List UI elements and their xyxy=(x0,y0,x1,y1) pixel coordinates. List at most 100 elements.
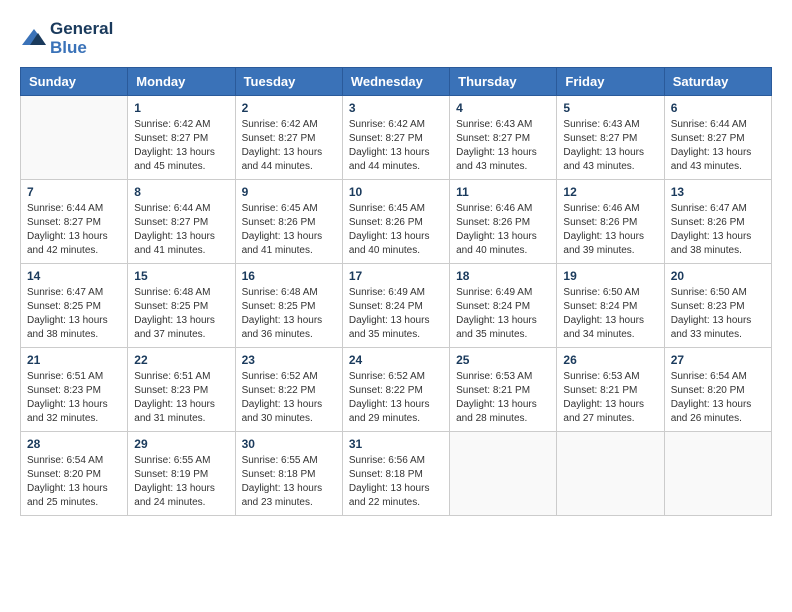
calendar-cell: 12 Sunrise: 6:46 AMSunset: 8:26 PMDayligh… xyxy=(557,180,664,264)
day-number: 7 xyxy=(27,185,121,199)
day-number: 17 xyxy=(349,269,443,283)
day-number: 14 xyxy=(27,269,121,283)
calendar-cell: 9 Sunrise: 6:45 AMSunset: 8:26 PMDaylight… xyxy=(235,180,342,264)
calendar-table: SundayMondayTuesdayWednesdayThursdayFrid… xyxy=(20,67,772,516)
day-number: 5 xyxy=(563,101,657,115)
calendar-cell xyxy=(21,96,128,180)
weekday-header-sunday: Sunday xyxy=(21,68,128,96)
calendar-cell: 19Sunrise: 6:50 AMSunset: 8:24 PMDayligh… xyxy=(557,264,664,348)
calendar-cell: 26 Sunrise: 6:53 AMSunset: 8:21 PMDayligh… xyxy=(557,348,664,432)
day-number: 9 xyxy=(242,185,336,199)
calendar-cell: 4Sunrise: 6:43 AMSunset: 8:27 PMDaylight… xyxy=(450,96,557,180)
calendar-cell: 18 Sunrise: 6:49 AMSunset: 8:24 PMDayligh… xyxy=(450,264,557,348)
day-info: Sunrise: 6:52 AMSunset: 8:22 PMDaylight:… xyxy=(349,370,443,426)
weekday-header-saturday: Saturday xyxy=(664,68,771,96)
day-number: 10 xyxy=(349,185,443,199)
day-info: Sunrise: 6:55 AMSunset: 8:18 PMDaylight:… xyxy=(242,454,336,510)
day-number: 8 xyxy=(134,185,228,199)
page-header: General Blue xyxy=(20,20,772,57)
day-info: Sunrise: 6:42 AMSunset: 8:27 PMDaylight:… xyxy=(349,118,443,174)
calendar-cell: 24 Sunrise: 6:52 AMSunset: 8:22 PMDayligh… xyxy=(342,348,449,432)
calendar-cell: 5Sunrise: 6:43 AMSunset: 8:27 PMDaylight… xyxy=(557,96,664,180)
calendar-cell: 22Sunrise: 6:51 AMSunset: 8:23 PMDayligh… xyxy=(128,348,235,432)
day-info: Sunrise: 6:51 AMSunset: 8:23 PMDaylight:… xyxy=(27,370,121,426)
calendar-cell xyxy=(664,432,771,516)
day-number: 20 xyxy=(671,269,765,283)
logo-text-line1: General xyxy=(50,20,113,39)
weekday-header-thursday: Thursday xyxy=(450,68,557,96)
weekday-header-wednesday: Wednesday xyxy=(342,68,449,96)
day-number: 16 xyxy=(242,269,336,283)
weekday-header-tuesday: Tuesday xyxy=(235,68,342,96)
day-info: Sunrise: 6:42 AMSunset: 8:27 PMDaylight:… xyxy=(242,118,336,174)
day-number: 15 xyxy=(134,269,228,283)
day-info: Sunrise: 6:52 AMSunset: 8:22 PMDaylight:… xyxy=(242,370,336,426)
weekday-header-friday: Friday xyxy=(557,68,664,96)
calendar-cell: 31 Sunrise: 6:56 AMSunset: 8:18 PMDayligh… xyxy=(342,432,449,516)
calendar-week-row: 14Sunrise: 6:47 AMSunset: 8:25 PMDayligh… xyxy=(21,264,772,348)
day-info: Sunrise: 6:46 AMSunset: 8:26 PMDaylight:… xyxy=(563,202,657,258)
day-info: Sunrise: 6:53 AMSunset: 8:21 PMDaylight:… xyxy=(563,370,657,426)
day-info: Sunrise: 6:44 AMSunset: 8:27 PMDaylight:… xyxy=(27,202,121,258)
day-info: Sunrise: 6:42 AMSunset: 8:27 PMDaylight:… xyxy=(134,118,228,174)
day-info: Sunrise: 6:51 AMSunset: 8:23 PMDaylight:… xyxy=(134,370,228,426)
day-info: Sunrise: 6:44 AMSunset: 8:27 PMDaylight:… xyxy=(671,118,765,174)
calendar-cell: 6 Sunrise: 6:44 AMSunset: 8:27 PMDaylight… xyxy=(664,96,771,180)
calendar-cell: 11Sunrise: 6:46 AMSunset: 8:26 PMDayligh… xyxy=(450,180,557,264)
calendar-cell: 16 Sunrise: 6:48 AMSunset: 8:25 PMDayligh… xyxy=(235,264,342,348)
calendar-cell: 3 Sunrise: 6:42 AMSunset: 8:27 PMDaylight… xyxy=(342,96,449,180)
day-number: 27 xyxy=(671,353,765,367)
day-info: Sunrise: 6:53 AMSunset: 8:21 PMDaylight:… xyxy=(456,370,550,426)
day-info: Sunrise: 6:45 AMSunset: 8:26 PMDaylight:… xyxy=(242,202,336,258)
calendar-cell: 28Sunrise: 6:54 AMSunset: 8:20 PMDayligh… xyxy=(21,432,128,516)
day-info: Sunrise: 6:44 AMSunset: 8:27 PMDaylight:… xyxy=(134,202,228,258)
day-number: 6 xyxy=(671,101,765,115)
calendar-cell: 10Sunrise: 6:45 AMSunset: 8:26 PMDayligh… xyxy=(342,180,449,264)
day-info: Sunrise: 6:48 AMSunset: 8:25 PMDaylight:… xyxy=(242,286,336,342)
day-number: 3 xyxy=(349,101,443,115)
calendar-cell: 2Sunrise: 6:42 AMSunset: 8:27 PMDaylight… xyxy=(235,96,342,180)
calendar-cell: 17 Sunrise: 6:49 AMSunset: 8:24 PMDayligh… xyxy=(342,264,449,348)
logo-text-line2: Blue xyxy=(50,39,113,58)
weekday-header-monday: Monday xyxy=(128,68,235,96)
day-info: Sunrise: 6:54 AMSunset: 8:20 PMDaylight:… xyxy=(27,454,121,510)
logo: General Blue xyxy=(20,20,113,57)
day-info: Sunrise: 6:49 AMSunset: 8:24 PMDaylight:… xyxy=(349,286,443,342)
day-number: 12 xyxy=(563,185,657,199)
calendar-cell: 27 Sunrise: 6:54 AMSunset: 8:20 PMDayligh… xyxy=(664,348,771,432)
day-number: 21 xyxy=(27,353,121,367)
day-number: 1 xyxy=(134,101,228,115)
calendar-cell: 30 Sunrise: 6:55 AMSunset: 8:18 PMDayligh… xyxy=(235,432,342,516)
weekday-header-row: SundayMondayTuesdayWednesdayThursdayFrid… xyxy=(21,68,772,96)
calendar-cell: 23Sunrise: 6:52 AMSunset: 8:22 PMDayligh… xyxy=(235,348,342,432)
day-number: 31 xyxy=(349,437,443,451)
day-info: Sunrise: 6:56 AMSunset: 8:18 PMDaylight:… xyxy=(349,454,443,510)
calendar-cell: 8 Sunrise: 6:44 AMSunset: 8:27 PMDaylight… xyxy=(128,180,235,264)
logo-icon xyxy=(20,25,48,53)
day-info: Sunrise: 6:54 AMSunset: 8:20 PMDaylight:… xyxy=(671,370,765,426)
calendar-week-row: 28Sunrise: 6:54 AMSunset: 8:20 PMDayligh… xyxy=(21,432,772,516)
day-info: Sunrise: 6:50 AMSunset: 8:23 PMDaylight:… xyxy=(671,286,765,342)
calendar-cell: 20 Sunrise: 6:50 AMSunset: 8:23 PMDayligh… xyxy=(664,264,771,348)
calendar-week-row: 21 Sunrise: 6:51 AMSunset: 8:23 PMDayligh… xyxy=(21,348,772,432)
day-number: 25 xyxy=(456,353,550,367)
day-number: 29 xyxy=(134,437,228,451)
day-info: Sunrise: 6:50 AMSunset: 8:24 PMDaylight:… xyxy=(563,286,657,342)
day-info: Sunrise: 6:48 AMSunset: 8:25 PMDaylight:… xyxy=(134,286,228,342)
day-number: 30 xyxy=(242,437,336,451)
day-info: Sunrise: 6:49 AMSunset: 8:24 PMDaylight:… xyxy=(456,286,550,342)
calendar-cell xyxy=(450,432,557,516)
day-info: Sunrise: 6:46 AMSunset: 8:26 PMDaylight:… xyxy=(456,202,550,258)
day-number: 18 xyxy=(456,269,550,283)
day-info: Sunrise: 6:55 AMSunset: 8:19 PMDaylight:… xyxy=(134,454,228,510)
calendar-cell: 13Sunrise: 6:47 AMSunset: 8:26 PMDayligh… xyxy=(664,180,771,264)
day-number: 4 xyxy=(456,101,550,115)
calendar-cell: 14Sunrise: 6:47 AMSunset: 8:25 PMDayligh… xyxy=(21,264,128,348)
day-number: 24 xyxy=(349,353,443,367)
calendar-cell: 29 Sunrise: 6:55 AMSunset: 8:19 PMDayligh… xyxy=(128,432,235,516)
calendar-cell: 15 Sunrise: 6:48 AMSunset: 8:25 PMDayligh… xyxy=(128,264,235,348)
day-number: 26 xyxy=(563,353,657,367)
calendar-cell: 21 Sunrise: 6:51 AMSunset: 8:23 PMDayligh… xyxy=(21,348,128,432)
calendar-cell: 25 Sunrise: 6:53 AMSunset: 8:21 PMDayligh… xyxy=(450,348,557,432)
calendar-week-row: 7 Sunrise: 6:44 AMSunset: 8:27 PMDaylight… xyxy=(21,180,772,264)
